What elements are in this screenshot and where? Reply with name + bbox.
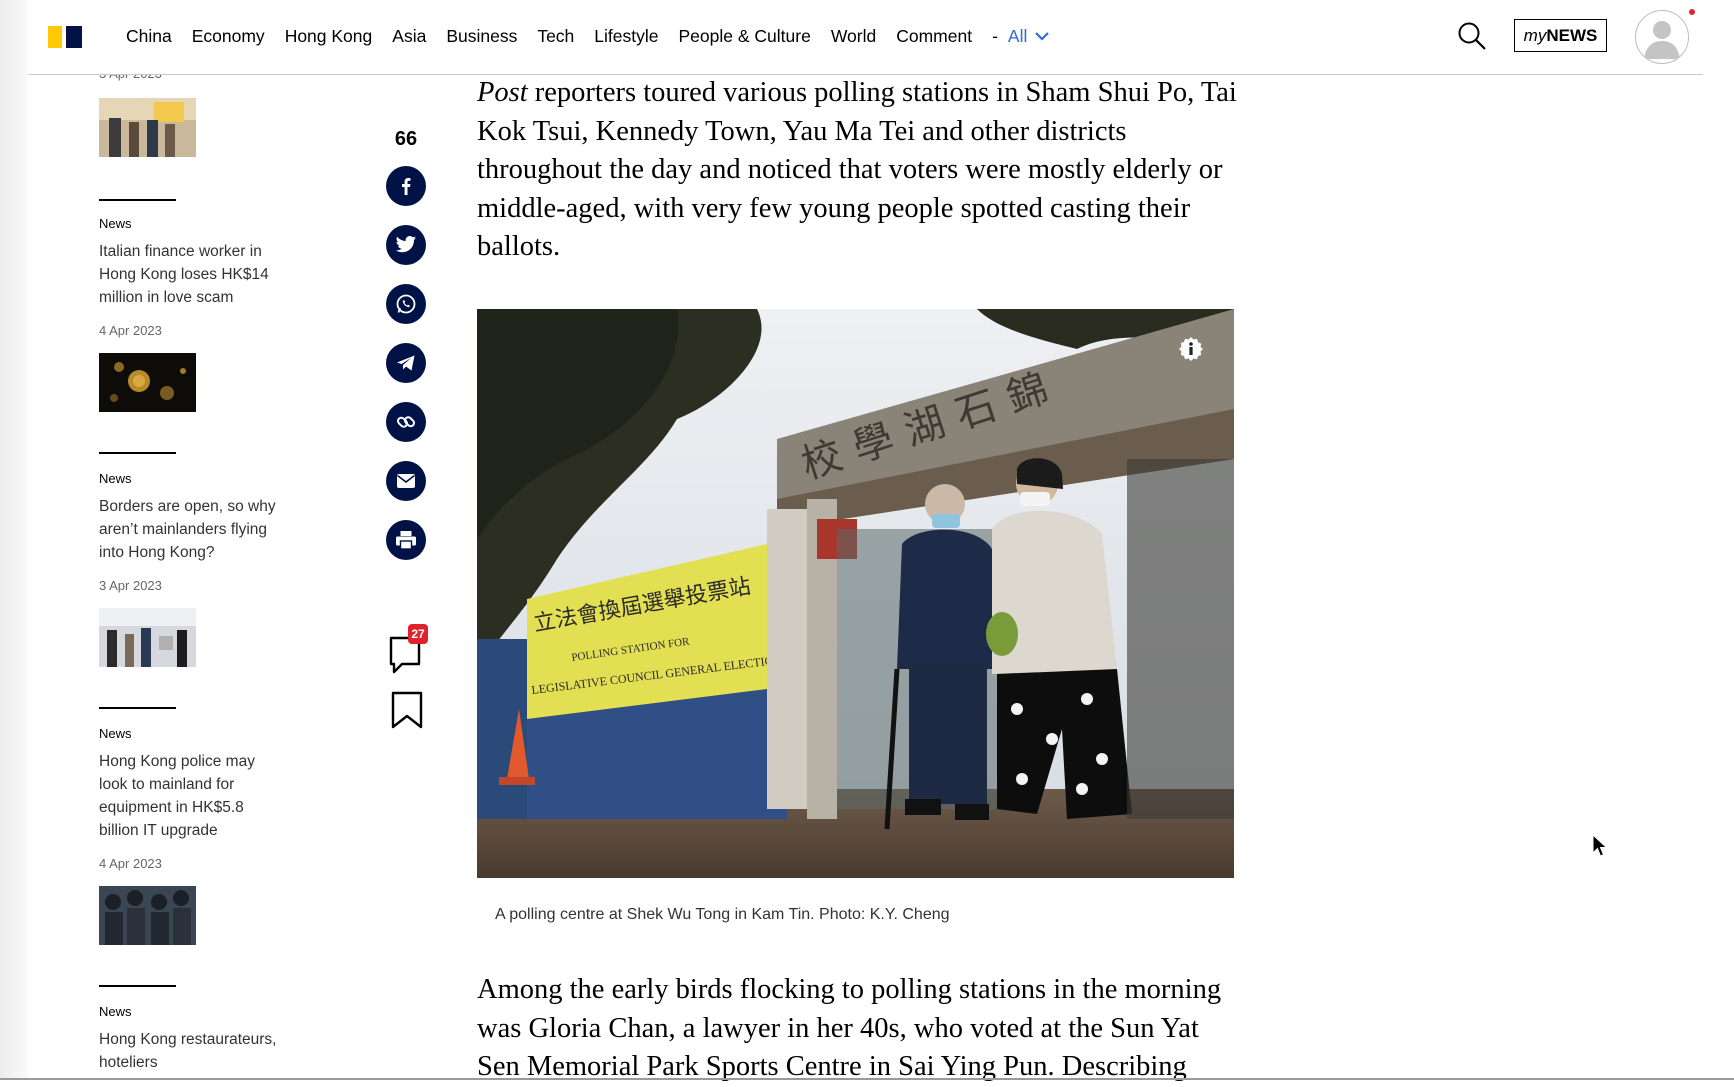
comment-count-badge: 27 <box>408 624 428 644</box>
info-icon[interactable] <box>1177 335 1205 363</box>
story-category[interactable]: News <box>99 1004 132 1019</box>
search-icon[interactable] <box>1456 20 1488 52</box>
nav-all-label: All <box>1007 26 1028 46</box>
story-divider <box>99 707 176 709</box>
story-title[interactable]: Borders are open, so why aren’t mainland… <box>99 495 284 564</box>
story-divider <box>99 199 176 201</box>
mynews-button[interactable]: my NEWS <box>1514 19 1607 52</box>
printer-icon <box>396 531 416 550</box>
story-thumbnail[interactable] <box>99 608 196 667</box>
bookmark-button[interactable] <box>390 690 424 730</box>
nav-item-world[interactable]: World <box>831 26 876 47</box>
story-title[interactable]: Hong Kong restaurateurs, hoteliers <box>99 1028 284 1074</box>
nav-item-china[interactable]: China <box>126 26 172 47</box>
publication-name: Post <box>477 77 528 108</box>
nav-item-comment[interactable]: Comment <box>896 26 972 47</box>
story-category[interactable]: News <box>99 726 132 741</box>
email-icon <box>397 474 415 488</box>
page-left-shadow <box>0 0 28 1080</box>
polling-centre-photo: 立法會換屆選舉投票站 POLLING STATION FOR LEGISLATI… <box>477 309 1234 878</box>
article-photo[interactable]: 立法會換屆選舉投票站 POLLING STATION FOR LEGISLATI… <box>477 309 1234 878</box>
nav-item-business[interactable]: Business <box>446 26 517 47</box>
article-paragraph: Among the early birds flocking to pollin… <box>477 974 1222 1082</box>
photo-caption: A polling centre at Shek Wu Tong in Kam … <box>495 906 950 923</box>
story-date: 4 Apr 2023 <box>99 856 162 871</box>
twitter-share-button[interactable] <box>386 225 426 265</box>
nav-all-dropdown[interactable]: All <box>1007 26 1050 47</box>
story-category[interactable]: News <box>99 471 132 486</box>
telegram-icon <box>397 355 415 371</box>
notification-dot <box>1689 9 1695 15</box>
whatsapp-icon <box>396 294 416 314</box>
story-divider <box>99 452 176 454</box>
whatsapp-share-button[interactable] <box>386 284 426 324</box>
copy-link-button[interactable] <box>386 402 426 442</box>
chevron-down-icon <box>1035 32 1050 41</box>
facebook-icon <box>402 178 411 195</box>
mynews-prefix: my <box>1523 25 1547 45</box>
link-icon <box>396 416 416 428</box>
email-share-button[interactable] <box>386 461 426 501</box>
nav-item-economy[interactable]: Economy <box>192 26 265 47</box>
mynews-suffix: NEWS <box>1546 25 1598 45</box>
story-category[interactable]: News <box>99 216 132 231</box>
paragraph-text: reporters toured various polling station… <box>477 77 1237 262</box>
twitter-icon <box>395 236 417 253</box>
story-date: 3 Apr 2023 <box>99 578 162 593</box>
story-title[interactable]: Hong Kong police may look to mainland fo… <box>99 750 284 842</box>
story-thumbnail[interactable] <box>99 353 196 412</box>
story-thumbnail[interactable] <box>99 98 196 157</box>
share-count: 66 <box>394 128 418 150</box>
scmp-logo[interactable] <box>48 26 82 48</box>
story-divider <box>99 985 176 987</box>
nav-item-lifestyle[interactable]: Lifestyle <box>594 26 658 47</box>
section-nav: China Economy Hong Kong Asia Business Te… <box>126 26 1050 47</box>
telegram-share-button[interactable] <box>386 343 426 383</box>
nav-item-asia[interactable]: Asia <box>392 26 426 47</box>
nav-item-tech[interactable]: Tech <box>537 26 574 47</box>
comments-button[interactable]: 27 <box>386 624 428 676</box>
nav-separator: - <box>992 26 998 46</box>
story-thumbnail[interactable] <box>99 886 196 945</box>
top-navigation-bar: China Economy Hong Kong Asia Business Te… <box>28 0 1703 75</box>
user-icon <box>1644 21 1680 59</box>
user-avatar[interactable] <box>1635 10 1689 64</box>
story-date: 4 Apr 2023 <box>99 323 162 338</box>
nav-item-people-culture[interactable]: People & Culture <box>679 26 811 47</box>
nav-item-hong-kong[interactable]: Hong Kong <box>285 26 373 47</box>
story-title[interactable]: Italian finance worker in Hong Kong lose… <box>99 240 284 309</box>
article-paragraph: Post reporters toured various polling st… <box>477 74 1237 267</box>
bookmark-icon <box>391 691 423 729</box>
facebook-share-button[interactable] <box>386 166 426 206</box>
print-button[interactable] <box>386 520 426 560</box>
article-body: Post reporters toured various polling st… <box>477 74 1237 267</box>
mouse-cursor-icon <box>1592 834 1608 857</box>
